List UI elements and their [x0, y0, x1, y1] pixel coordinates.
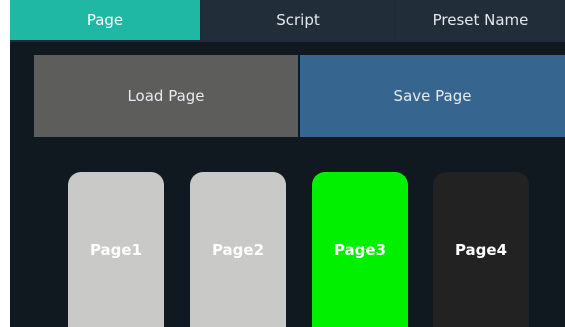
tab-page[interactable]: Page	[10, 0, 200, 40]
page3-button[interactable]: Page3	[312, 172, 408, 327]
tab-bar: Page Script Preset Name	[10, 0, 565, 42]
save-page-button[interactable]: Save Page	[300, 55, 565, 137]
tab-script[interactable]: Script	[202, 0, 394, 40]
page-panel: Page Script Preset Name Load Page Save P…	[10, 0, 565, 327]
page2-label: Page2	[211, 240, 265, 259]
tab-preset-name[interactable]: Preset Name	[396, 0, 565, 40]
page1-button[interactable]: Page1	[68, 172, 164, 327]
page1-label: Page1	[89, 240, 143, 259]
page2-button[interactable]: Page2	[190, 172, 286, 327]
window: Page Script Preset Name Load Page Save P…	[0, 0, 565, 327]
page3-label: Page3	[333, 240, 387, 259]
load-page-button[interactable]: Load Page	[34, 55, 298, 137]
page4-label: Page4	[454, 240, 508, 259]
page4-button[interactable]: Page4	[433, 172, 529, 327]
load-page-label: Load Page	[127, 87, 205, 105]
save-page-label: Save Page	[393, 87, 472, 105]
